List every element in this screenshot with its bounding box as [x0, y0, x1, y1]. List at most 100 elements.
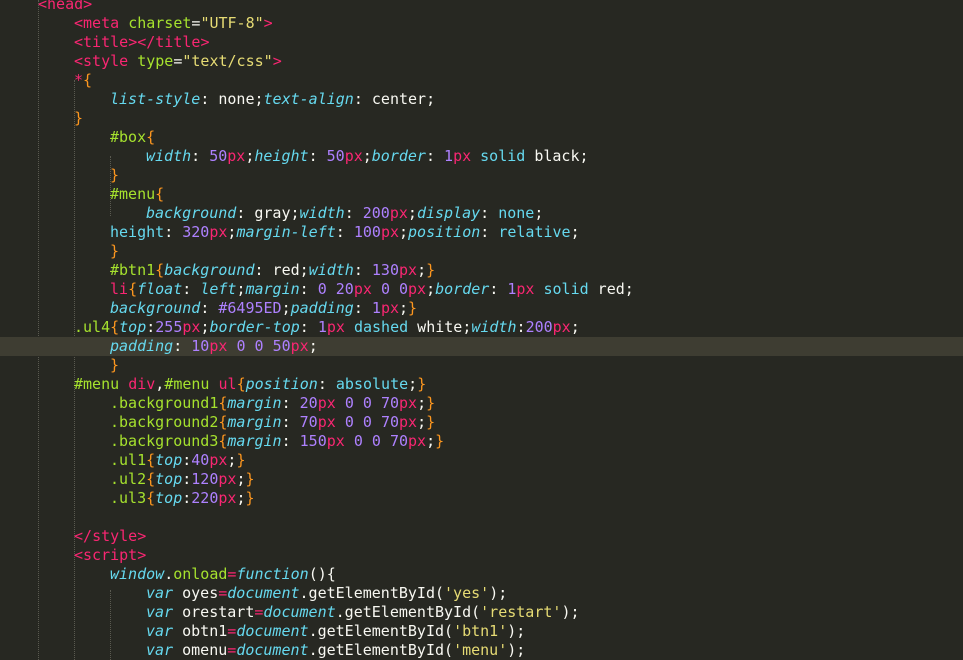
code-line[interactable]: .ul3{top:220px;} [0, 489, 963, 508]
code-line[interactable]: .background1{margin: 20px 0 0 70px;} [0, 394, 963, 413]
code-token: #menu [110, 185, 156, 203]
code-token: width [299, 204, 345, 222]
code-token: : [281, 432, 300, 450]
code-token: : [182, 451, 192, 469]
code-line-text: .background3{margin: 150px 0 0 70px;} [110, 432, 444, 451]
code-editor[interactable]: <head> <meta charset="UTF-8"> <title></tit… [0, 0, 963, 660]
code-line[interactable]: .ul2{top:120px;} [0, 470, 963, 489]
code-line[interactable]: width: 50px;height: 50px;border: 1px sol… [0, 147, 963, 166]
code-line[interactable]: var omenu=document.getElementById('menu'… [0, 641, 963, 660]
code-token: .getElementById( [308, 622, 454, 640]
code-token: : [353, 299, 372, 317]
code-line[interactable]: var orestart=document.getElementById('re… [0, 603, 963, 622]
code-token: .ul4 [74, 318, 111, 336]
code-token: meta [83, 14, 129, 32]
code-token: px [326, 318, 345, 336]
code-token: px [209, 337, 228, 355]
code-token: 1 [444, 147, 454, 165]
code-line[interactable]: } [0, 356, 963, 375]
code-token: "text/css" [182, 52, 273, 70]
code-token: = [227, 622, 237, 640]
code-line[interactable]: .background3{margin: 150px 0 0 70px;} [0, 432, 963, 451]
code-line[interactable]: background: #6495ED;padding: 1px;} [0, 299, 963, 318]
code-line[interactable]: #box{ [0, 128, 963, 147]
code-token: #box [110, 128, 147, 146]
code-line[interactable]: li{float: left;margin: 0 20px 0 0px;bord… [0, 280, 963, 299]
code-token: div [128, 375, 156, 393]
code-token: top [155, 489, 183, 507]
code-token: 0 [399, 280, 409, 298]
code-token: position [408, 223, 481, 241]
code-token: px [408, 280, 427, 298]
code-token: .ul2 [110, 470, 147, 488]
code-token: (){ [308, 565, 336, 583]
code-token: li [110, 280, 129, 298]
code-token: ; [417, 413, 427, 431]
code-line-text: } [110, 356, 119, 375]
code-line[interactable]: #menu{ [0, 185, 963, 204]
code-token: 150 [299, 432, 327, 450]
code-token: 50 [326, 147, 345, 165]
code-token: : [480, 223, 499, 241]
code-token: 20 [335, 280, 354, 298]
code-token: style [83, 52, 138, 70]
code-line[interactable]: .ul4{top:255px;border-top: 1px dashed wh… [0, 318, 963, 337]
code-token: = [218, 584, 228, 602]
code-token: < [74, 52, 84, 70]
code-line[interactable]: <style type="text/css"> [0, 52, 963, 71]
code-token: px [182, 318, 201, 336]
code-line[interactable]: var oyes=document.getElementById('yes'); [0, 584, 963, 603]
code-line[interactable]: var obtn1=document.getElementById('btn1'… [0, 622, 963, 641]
code-line[interactable]: height: 320px;margin-left: 100px;positio… [0, 223, 963, 242]
code-token: window [110, 565, 165, 583]
code-token: : [200, 299, 219, 317]
code-line-text: #menu div,#menu ul{position: absolute;} [74, 375, 426, 394]
code-line-text: } [110, 166, 119, 185]
code-line[interactable]: <meta charset="UTF-8"> [0, 14, 963, 33]
code-token: } [74, 109, 84, 127]
code-line[interactable]: </style> [0, 527, 963, 546]
code-token: px [399, 261, 418, 279]
code-line-text: <script> [74, 546, 146, 565]
code-token: border [435, 280, 490, 298]
code-token: : [191, 147, 210, 165]
code-line[interactable]: padding: 10px 0 0 50px; [0, 337, 963, 356]
code-line[interactable]: <head> [0, 0, 963, 14]
code-token: 0 [344, 413, 354, 431]
code-token: height [254, 147, 309, 165]
code-line[interactable]: } [0, 166, 963, 185]
code-line[interactable]: list-style: none;text-align: center; [0, 90, 963, 109]
code-token: px [552, 318, 571, 336]
code-token: } [245, 489, 255, 507]
code-line[interactable]: } [0, 242, 963, 261]
code-token: } [110, 356, 120, 374]
code-token: 'btn1' [453, 622, 508, 640]
code-line[interactable]: <script> [0, 546, 963, 565]
code-token: : [173, 337, 192, 355]
code-line[interactable]: *{ [0, 71, 963, 90]
code-token: px [326, 432, 345, 450]
code-token: top [119, 318, 147, 336]
code-line-text: .ul2{top:120px;} [110, 470, 255, 489]
code-token: } [426, 261, 436, 279]
code-line[interactable]: <title></title> [0, 33, 963, 52]
code-token: px [380, 299, 399, 317]
code-line[interactable] [0, 508, 963, 527]
code-line[interactable]: } [0, 109, 963, 128]
code-line[interactable]: background: gray;width: 200px;display: n… [0, 204, 963, 223]
code-token: : [344, 204, 363, 222]
code-line[interactable]: #btn1{background: red;width: 130px;} [0, 261, 963, 280]
code-line[interactable]: .ul1{top:40px;} [0, 451, 963, 470]
code-line[interactable]: #menu div,#menu ul{position: absolute;} [0, 375, 963, 394]
code-token: 10 [191, 337, 210, 355]
code-token: px [389, 204, 408, 222]
code-line[interactable]: .background2{margin: 70px 0 0 70px;} [0, 413, 963, 432]
code-line[interactable]: window.onload=function(){ [0, 565, 963, 584]
code-token: 40 [191, 451, 210, 469]
